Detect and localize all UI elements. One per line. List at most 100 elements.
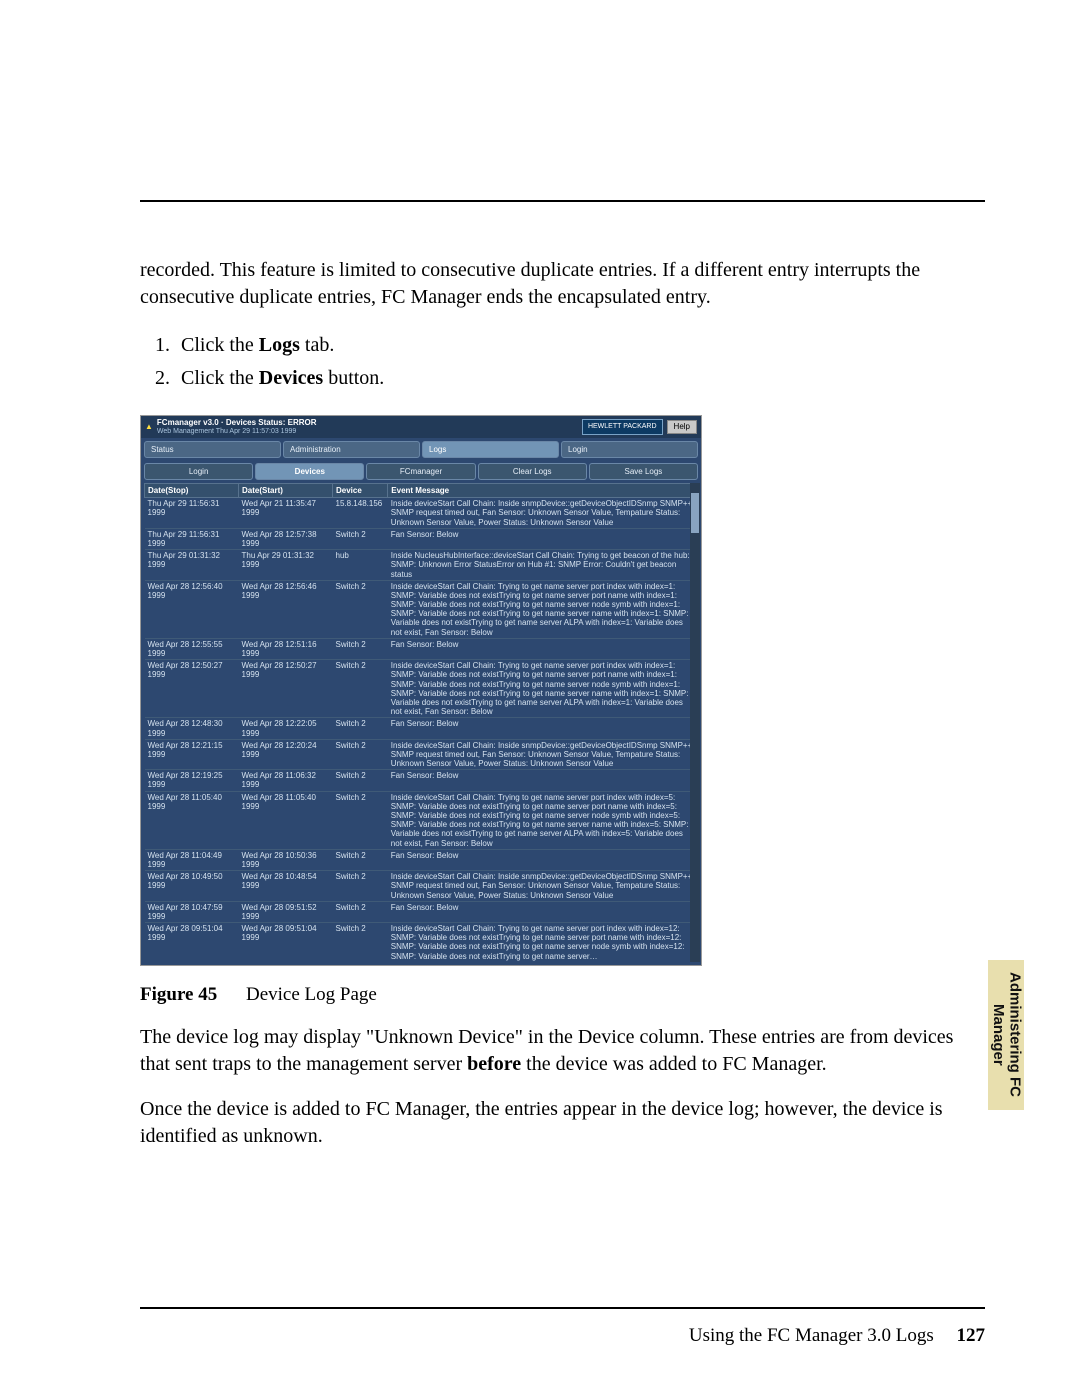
cell-start: Wed Apr 28 12:56:46 1999 [239, 580, 333, 638]
cell-stop: Wed Apr 28 12:21:15 1999 [145, 739, 239, 770]
top-tab-administration[interactable]: Administration [283, 441, 420, 458]
cell-msg: Inside NucleusHubInterface::deviceStart … [388, 550, 698, 581]
cell-stop: Wed Apr 28 10:47:59 1999 [145, 901, 239, 922]
table-row[interactable]: Wed Apr 28 12:50:27 1999Wed Apr 28 12:50… [145, 660, 698, 718]
cell-msg: Inside deviceStart Call Chain: Trying to… [388, 660, 698, 718]
cell-msg: Inside deviceStart Call Chain: Trying to… [388, 791, 698, 849]
cell-device: Switch 2 [333, 638, 388, 659]
table-row[interactable]: Wed Apr 28 12:56:40 1999Wed Apr 28 12:56… [145, 580, 698, 638]
cell-msg: Fan Sensor: Below [388, 849, 698, 870]
cell-stop: Wed Apr 28 12:19:25 1999 [145, 770, 239, 791]
sub-tab-fcmanager[interactable]: FCmanager [366, 463, 475, 480]
table-row[interactable]: Wed Apr 28 10:47:59 1999Wed Apr 28 09:51… [145, 901, 698, 922]
table-row[interactable]: Wed Apr 28 12:48:30 1999Wed Apr 28 12:22… [145, 718, 698, 739]
cell-start: Thu Apr 29 01:31:32 1999 [239, 550, 333, 581]
cell-msg: Fan Sensor: Below [388, 718, 698, 739]
cell-msg: Fan Sensor: Below [388, 901, 698, 922]
figure-caption-text: Device Log Page [246, 984, 377, 1005]
cell-msg: Inside deviceStart Call Chain: Inside sn… [388, 871, 698, 902]
cell-stop: Thu Apr 29 01:31:32 1999 [145, 550, 239, 581]
cell-stop: Wed Apr 28 12:48:30 1999 [145, 718, 239, 739]
top-tab-logs[interactable]: Logs [422, 441, 559, 458]
top-rule [140, 200, 985, 202]
sub-tab-devices[interactable]: Devices [255, 463, 364, 480]
cell-msg: Fan Sensor: Below [388, 528, 698, 549]
top-tab-status[interactable]: Status [144, 441, 281, 458]
after-fig-paragraph-2: Once the device is added to FC Manager, … [140, 1096, 985, 1150]
col-device[interactable]: Device [333, 484, 388, 498]
step-1-b: tab. [300, 334, 334, 356]
cell-device: Switch 2 [333, 770, 388, 791]
cell-stop: Wed Apr 28 10:49:50 1999 [145, 871, 239, 902]
step-2-a: Click the [181, 367, 259, 389]
cell-device: 15.8.148.156 [333, 498, 388, 529]
col-event-message[interactable]: Event Message [388, 484, 698, 498]
cell-start: Wed Apr 28 12:57:38 1999 [239, 528, 333, 549]
app-title-line2: Web Management Thu Apr 29 11:57:03 1999 [157, 428, 582, 436]
cell-start: Wed Apr 28 12:22:05 1999 [239, 718, 333, 739]
step-1-bold: Logs [259, 334, 300, 356]
titlebar: ▲ FCmanager v3.0 · Devices Status: ERROR… [141, 416, 701, 438]
cell-start: Wed Apr 28 09:51:52 1999 [239, 901, 333, 922]
table-row[interactable]: Thu Apr 29 01:31:32 1999Thu Apr 29 01:31… [145, 550, 698, 581]
table-row[interactable]: Wed Apr 28 11:04:49 1999Wed Apr 28 10:50… [145, 849, 698, 870]
sub-tab-clear-logs[interactable]: Clear Logs [478, 463, 587, 480]
cell-device: Switch 2 [333, 660, 388, 718]
scrollbar[interactable] [690, 483, 700, 962]
step-1: Click the Logs tab. [175, 329, 985, 362]
table-row[interactable]: Thu Apr 29 11:56:31 1999Wed Apr 28 12:57… [145, 528, 698, 549]
sub-tab-login[interactable]: Login [144, 463, 253, 480]
table-row[interactable]: Wed Apr 28 12:55:55 1999Wed Apr 28 12:51… [145, 638, 698, 659]
top-tab-login[interactable]: Login [561, 441, 698, 458]
table-row[interactable]: Wed Apr 28 12:21:15 1999Wed Apr 28 12:20… [145, 739, 698, 770]
cell-device: Switch 2 [333, 528, 388, 549]
table-row[interactable]: Wed Apr 28 09:51:04 1999Wed Apr 28 09:51… [145, 923, 698, 962]
cell-start: Wed Apr 28 12:51:16 1999 [239, 638, 333, 659]
sub-tab-save-logs[interactable]: Save Logs [589, 463, 698, 480]
cell-device: Switch 2 [333, 791, 388, 849]
table-row[interactable]: Wed Apr 28 11:05:40 1999Wed Apr 28 11:05… [145, 791, 698, 849]
chapter-side-tab: Administering FC Manager [988, 960, 1024, 1110]
after-fig-1-bold: before [467, 1053, 521, 1075]
footer-rule [140, 1307, 985, 1309]
screenshot: ▲ FCmanager v3.0 · Devices Status: ERROR… [140, 415, 702, 966]
cell-stop: Wed Apr 28 12:56:40 1999 [145, 580, 239, 638]
cell-device: Switch 2 [333, 739, 388, 770]
cell-stop: Wed Apr 28 11:05:40 1999 [145, 791, 239, 849]
app-title-line1: FCmanager v3.0 · Devices Status: ERROR [157, 418, 582, 427]
cell-device: Switch 2 [333, 718, 388, 739]
cell-msg: Fan Sensor: Below [388, 638, 698, 659]
cell-start: Wed Apr 28 12:50:27 1999 [239, 660, 333, 718]
after-fig-1b: the device was added to FC Manager. [521, 1053, 826, 1075]
table-row[interactable]: Wed Apr 28 10:49:50 1999Wed Apr 28 10:48… [145, 871, 698, 902]
cell-msg: Inside deviceStart Call Chain: Inside sn… [388, 498, 698, 529]
cell-stop: Wed Apr 28 09:51:04 1999 [145, 923, 239, 962]
cell-device: hub [333, 550, 388, 581]
figure-caption: Figure 45 Device Log Page [140, 984, 985, 1006]
cell-stop: Thu Apr 29 11:56:31 1999 [145, 528, 239, 549]
cell-start: Wed Apr 28 09:51:04 1999 [239, 923, 333, 962]
cell-msg: Inside deviceStart Call Chain: Inside sn… [388, 739, 698, 770]
cell-device: Switch 2 [333, 901, 388, 922]
hp-logo: HEWLETT PACKARD [582, 419, 663, 435]
warning-icon: ▲ [145, 422, 153, 431]
cell-device: Switch 2 [333, 849, 388, 870]
col-date-stop[interactable]: Date(Stop) [145, 484, 239, 498]
figure-label: Figure 45 [140, 984, 217, 1005]
help-button[interactable]: Help [667, 420, 697, 433]
cell-msg: Fan Sensor: Below [388, 770, 698, 791]
cell-msg: Inside deviceStart Call Chain: Trying to… [388, 923, 698, 962]
cell-msg: Inside deviceStart Call Chain: Trying to… [388, 580, 698, 638]
step-2-bold: Devices [259, 367, 323, 389]
table-row[interactable]: Wed Apr 28 12:19:25 1999Wed Apr 28 11:06… [145, 770, 698, 791]
table-row[interactable]: Thu Apr 29 11:56:31 1999Wed Apr 21 11:35… [145, 498, 698, 529]
steps-list: Click the Logs tab. Click the Devices bu… [140, 329, 985, 395]
col-date-start[interactable]: Date(Start) [239, 484, 333, 498]
cell-stop: Wed Apr 28 11:04:49 1999 [145, 849, 239, 870]
chapter-side-tab-label: Administering FC Manager [990, 960, 1023, 1110]
footer-text: Using the FC Manager 3.0 Logs [689, 1325, 934, 1346]
page-footer: Using the FC Manager 3.0 Logs 127 [140, 1325, 985, 1347]
page-number: 127 [957, 1325, 986, 1346]
intro-paragraph: recorded. This feature is limited to con… [140, 257, 985, 311]
cell-stop: Wed Apr 28 12:50:27 1999 [145, 660, 239, 718]
